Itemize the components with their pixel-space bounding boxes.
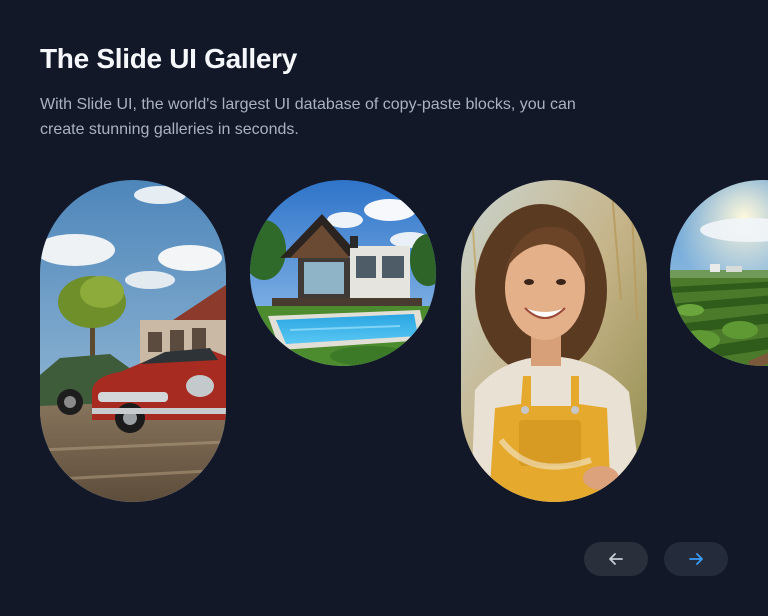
arrow-left-icon — [609, 553, 623, 565]
cars-image — [40, 180, 226, 502]
previous-button[interactable] — [584, 542, 648, 576]
arrow-right-icon — [689, 553, 703, 565]
image-gallery — [0, 0, 768, 616]
house-image — [250, 180, 436, 366]
gallery-slide-cars[interactable] — [40, 180, 226, 502]
farm-image — [670, 180, 768, 366]
gallery-slide-farm[interactable] — [670, 180, 768, 366]
gallery-slide-house[interactable] — [250, 180, 436, 366]
gallery-slide-woman[interactable] — [461, 180, 647, 502]
woman-image — [461, 180, 647, 502]
gallery-page: The Slide UI Gallery With Slide UI, the … — [0, 0, 768, 616]
next-button[interactable] — [664, 542, 728, 576]
